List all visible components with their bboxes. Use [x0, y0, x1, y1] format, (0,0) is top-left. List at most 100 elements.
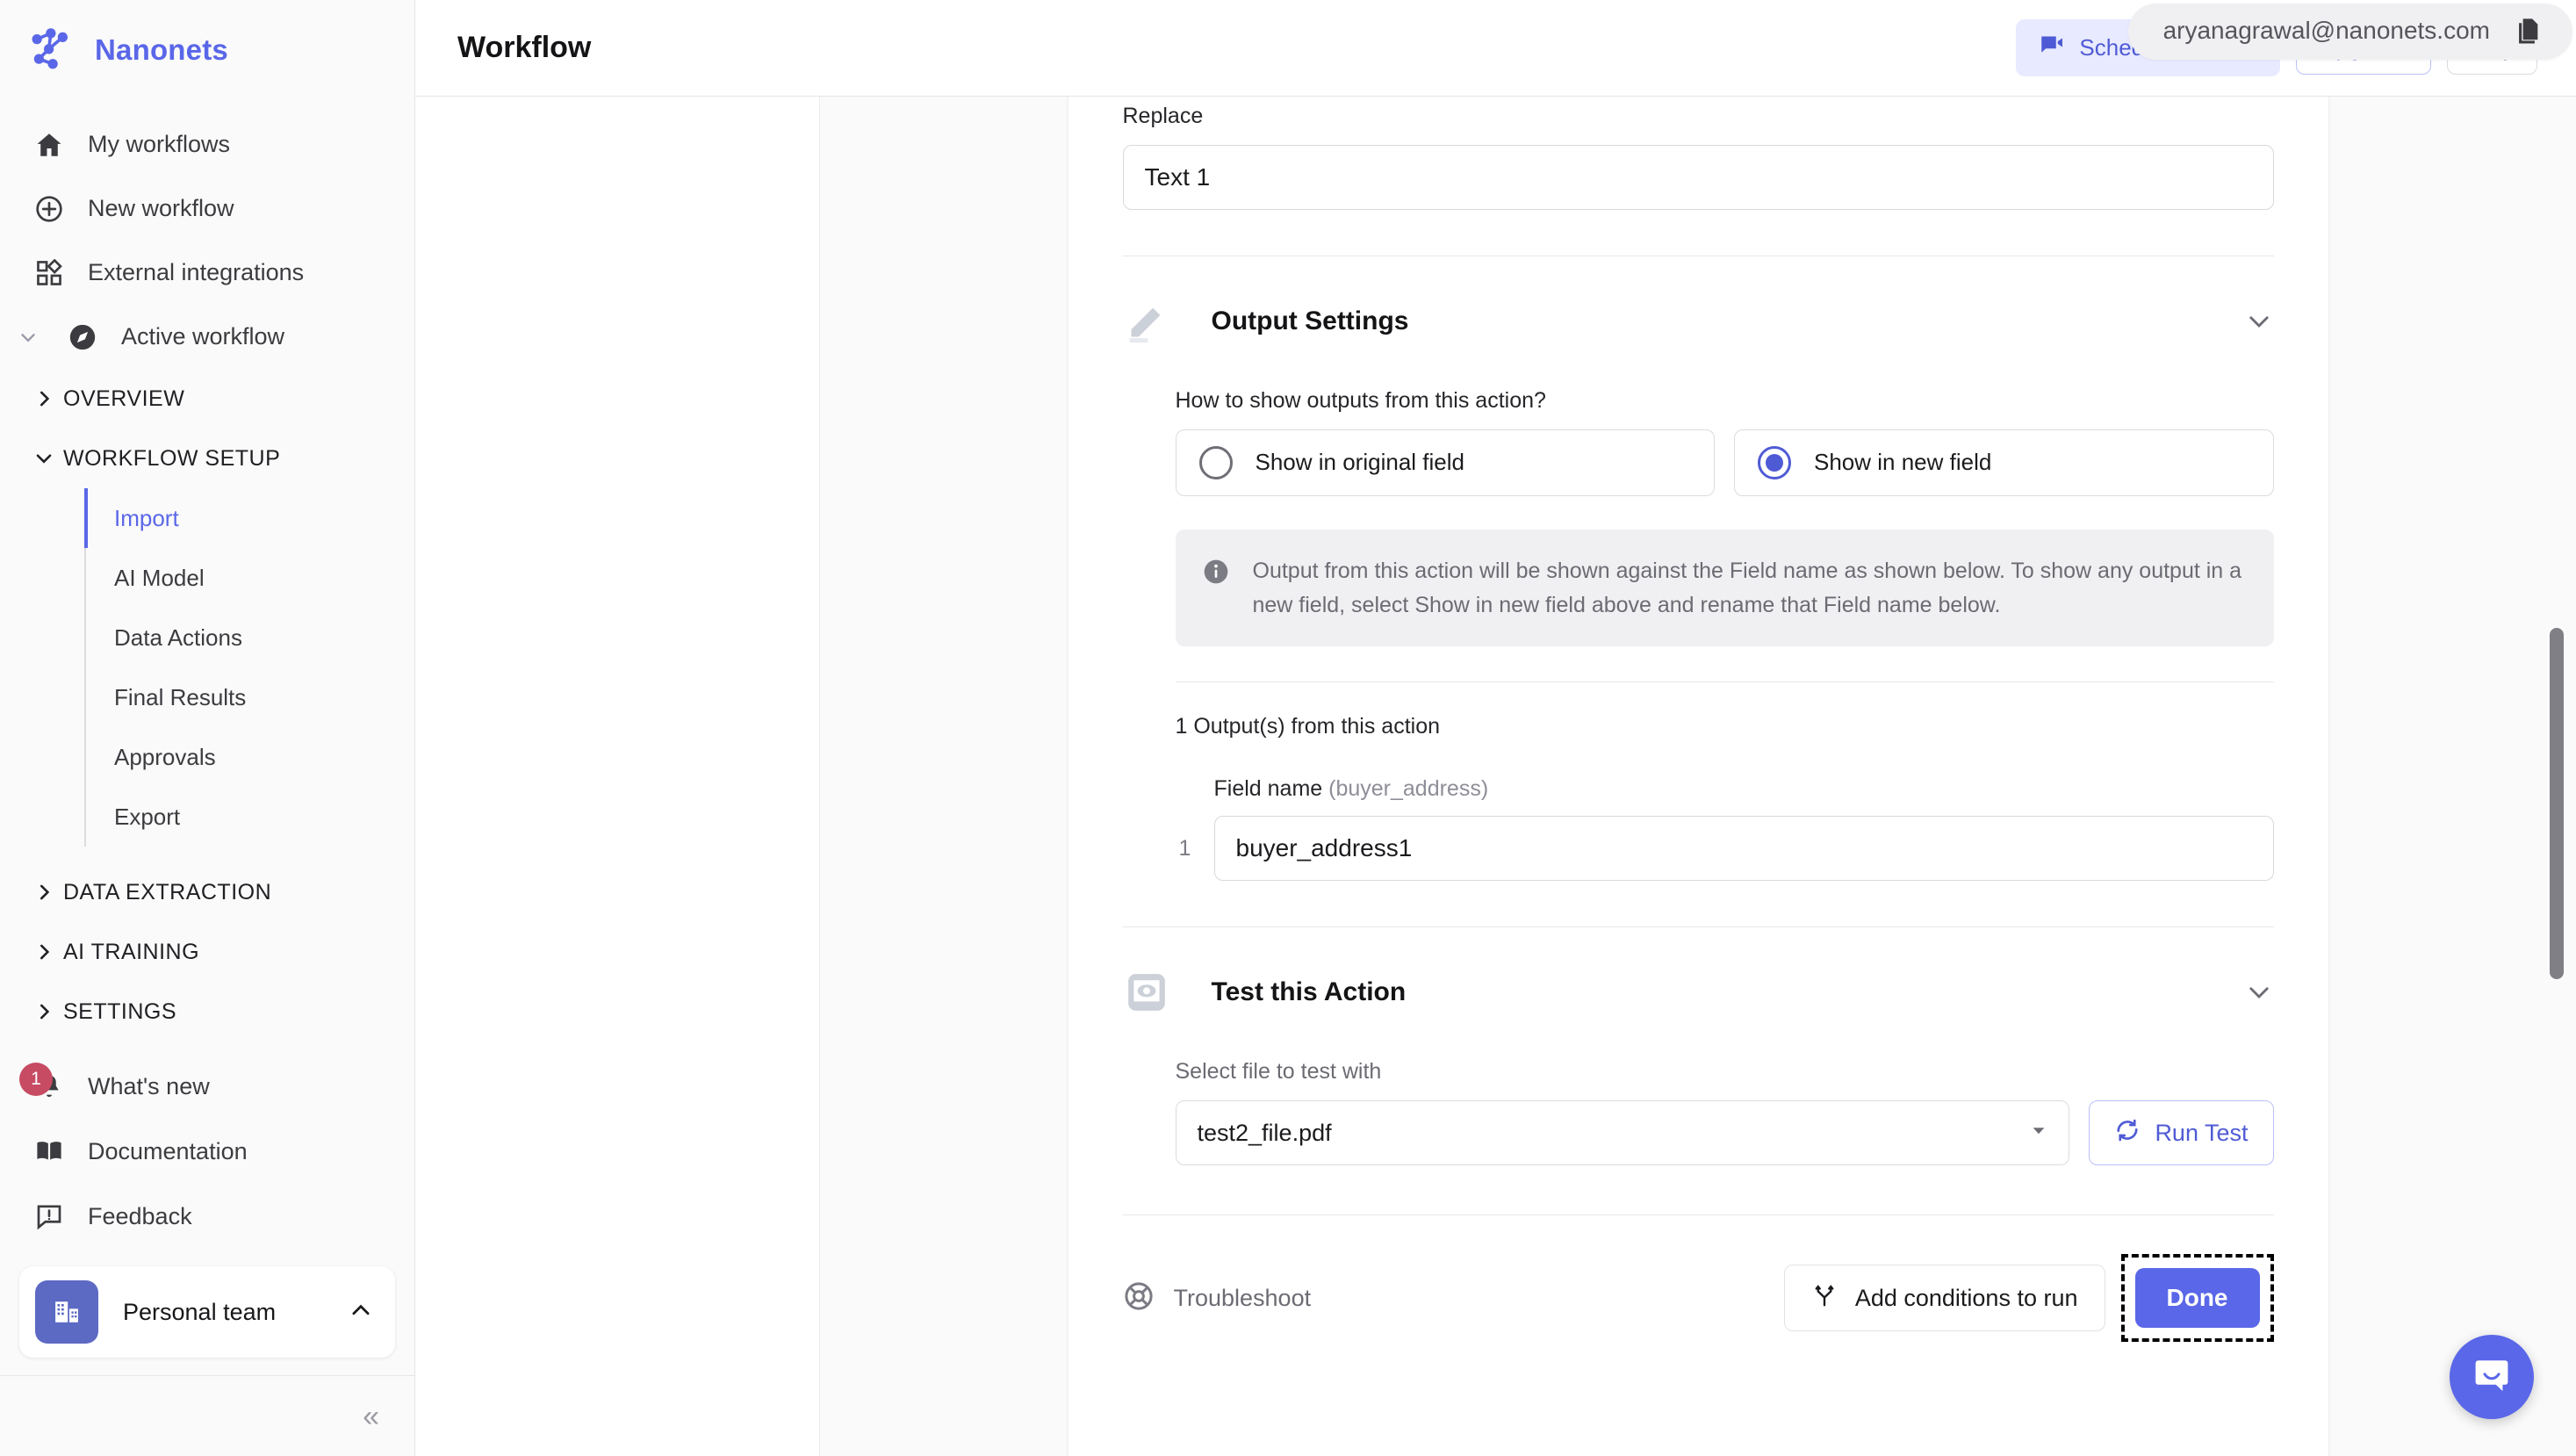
field-name-hint: (buyer_address) — [1328, 776, 1489, 802]
output-count-label: 1 Output(s) from this action — [1175, 714, 1441, 739]
workflow-setup-sublist: Import AI Model Data Actions Final Resul… — [84, 488, 414, 847]
book-icon — [32, 1134, 67, 1169]
add-conditions-button[interactable]: Add conditions to run — [1783, 1265, 2105, 1332]
sidebar-subitem-label: Approvals — [114, 743, 216, 770]
test-action-title: Test this Action — [1211, 977, 1407, 1007]
chevron-right-icon[interactable] — [25, 881, 63, 904]
plus-circle-icon — [32, 191, 67, 227]
chevron-right-icon[interactable] — [25, 1000, 63, 1023]
sidebar-item-import[interactable]: Import — [84, 488, 414, 548]
action-config-card: Replace Output Settings — [1068, 96, 2328, 1456]
sidebar-subitem-label: Final Results — [114, 683, 247, 710]
sidebar-item-feedback[interactable]: Feedback — [0, 1184, 414, 1249]
replace-input[interactable] — [1122, 144, 2274, 210]
app-root: Nanonets My workflows New workflow Exter… — [0, 0, 2576, 1456]
sidebar-group-data-extraction[interactable]: DATA EXTRACTION — [0, 862, 414, 922]
sidebar-bottom-links: 1 What's new Documentation Feedback — [0, 1054, 414, 1254]
sidebar-item-data-actions[interactable]: Data Actions — [86, 608, 414, 667]
sidebar-item-export[interactable]: Export — [86, 787, 414, 847]
output-settings-title: Output Settings — [1211, 306, 1409, 335]
sidebar-item-final-results[interactable]: Final Results — [86, 667, 414, 727]
field-name-label-text: Field name — [1213, 776, 1323, 802]
sidebar-item-active-workflow[interactable]: Active workflow — [0, 305, 414, 369]
sidebar-group-settings[interactable]: SETTINGS — [0, 982, 414, 1042]
main-area: Workflow Schedule a demo Upgrade Help ar… — [415, 0, 2576, 1456]
action-panel-canvas: Replace Output Settings — [820, 96, 2576, 1456]
sidebar-subitem-label: Export — [114, 803, 181, 830]
intercom-chat-button[interactable] — [2450, 1335, 2534, 1419]
output-question-label: How to show outputs from this action? — [1175, 387, 1546, 413]
radio-show-in-original-field[interactable]: Show in original field — [1175, 429, 1715, 496]
home-icon — [32, 127, 67, 162]
test-file-select[interactable]: test2_file.pdf — [1175, 1100, 2070, 1166]
radio-label: Show in original field — [1255, 449, 1464, 476]
chevron-down-icon[interactable] — [2244, 306, 2274, 336]
account-email: aryanagrawal@nanonets.com — [2162, 17, 2490, 44]
sidebar: Nanonets My workflows New workflow Exter… — [0, 0, 415, 1456]
chat-bubble-icon — [2471, 1354, 2513, 1401]
compass-icon — [65, 320, 100, 355]
chevron-down-icon[interactable] — [12, 326, 44, 349]
radio-label: Show in new field — [1814, 449, 1992, 476]
done-button[interactable]: Done — [2134, 1268, 2260, 1329]
chevron-up-icon[interactable] — [348, 1297, 374, 1328]
output-field-name-input[interactable] — [1213, 816, 2274, 882]
team-switcher[interactable]: Personal team — [19, 1266, 395, 1358]
sidebar-item-label: Documentation — [88, 1137, 248, 1164]
account-email-tooltip: aryanagrawal@nanonets.com — [2127, 4, 2572, 60]
troubleshoot-label: Troubleshoot — [1173, 1284, 1312, 1311]
output-info-text: Output from this action will be shown ag… — [1252, 558, 2242, 617]
select-file-label: Select file to test with — [1175, 1059, 1382, 1085]
notification-badge: 1 — [19, 1063, 53, 1096]
vertical-scrollbar[interactable] — [2550, 97, 2564, 1456]
troubleshoot-button[interactable]: Troubleshoot — [1123, 1280, 1312, 1316]
brand[interactable]: Nanonets — [0, 0, 414, 100]
radio-show-in-new-field[interactable]: Show in new field — [1734, 429, 2274, 496]
sidebar-item-ai-model[interactable]: AI Model — [86, 548, 414, 608]
pencil-icon — [1122, 297, 1171, 346]
primary-nav: My workflows New workflow External integ… — [0, 100, 414, 1042]
scrollbar-thumb[interactable] — [2550, 627, 2564, 979]
test-file-row: test2_file.pdf Run Test — [1175, 1100, 2274, 1166]
sidebar-item-my-workflows[interactable]: My workflows — [0, 112, 414, 177]
team-name: Personal team — [123, 1298, 277, 1325]
workspace: Replace Output Settings — [415, 96, 2576, 1456]
chevron-right-icon[interactable] — [25, 387, 63, 410]
sidebar-subitem-label: AI Model — [114, 564, 205, 591]
eye-icon — [1122, 968, 1171, 1017]
run-test-button[interactable]: Run Test — [2089, 1100, 2274, 1166]
info-icon — [1202, 558, 1230, 623]
sidebar-item-whats-new[interactable]: 1 What's new — [0, 1054, 414, 1119]
row-index: 1 — [1178, 835, 1191, 861]
sidebar-group-ai-training[interactable]: AI TRAINING — [0, 922, 414, 982]
output-field-row: 1 — [1176, 816, 2274, 882]
video-camera-icon — [2039, 32, 2065, 64]
refresh-icon — [2114, 1117, 2141, 1150]
add-conditions-label: Add conditions to run — [1854, 1284, 2078, 1311]
sidebar-group-overview[interactable]: OVERVIEW — [0, 369, 414, 429]
chevron-down-icon[interactable] — [2244, 977, 2274, 1007]
sidebar-item-label: Feedback — [88, 1202, 192, 1229]
chevron-right-icon[interactable] — [25, 941, 63, 963]
sidebar-subitem-label: Data Actions — [114, 623, 242, 651]
replace-field-group: Replace — [1122, 104, 2274, 210]
sidebar-item-label: Active workflow — [121, 323, 285, 350]
test-action-header[interactable]: Test this Action — [1123, 927, 2274, 1017]
chevron-down-icon[interactable] — [25, 447, 63, 470]
divider — [1175, 681, 2274, 683]
sidebar-item-approvals[interactable]: Approvals — [86, 727, 414, 787]
output-settings-header[interactable]: Output Settings — [1123, 256, 2274, 346]
sidebar-group-label: SETTINGS — [63, 998, 177, 1024]
action-config-body: Replace Output Settings — [1069, 97, 2328, 1343]
brand-name: Nanonets — [95, 33, 228, 66]
sidebar-item-label: What's new — [88, 1072, 210, 1099]
sidebar-item-label: New workflow — [88, 195, 234, 221]
output-mode-radio-group: Show in original field Show in new field — [1175, 429, 2274, 496]
sidebar-item-new-workflow[interactable]: New workflow — [0, 177, 414, 241]
sidebar-item-external-integrations[interactable]: External integrations — [0, 241, 414, 305]
collapse-sidebar-button[interactable]: « — [363, 1402, 379, 1431]
sidebar-group-workflow-setup[interactable]: WORKFLOW SETUP — [0, 429, 414, 488]
sidebar-item-documentation[interactable]: Documentation — [0, 1119, 414, 1184]
copy-icon[interactable] — [2513, 16, 2543, 46]
sidebar-item-label: My workflows — [88, 131, 231, 157]
